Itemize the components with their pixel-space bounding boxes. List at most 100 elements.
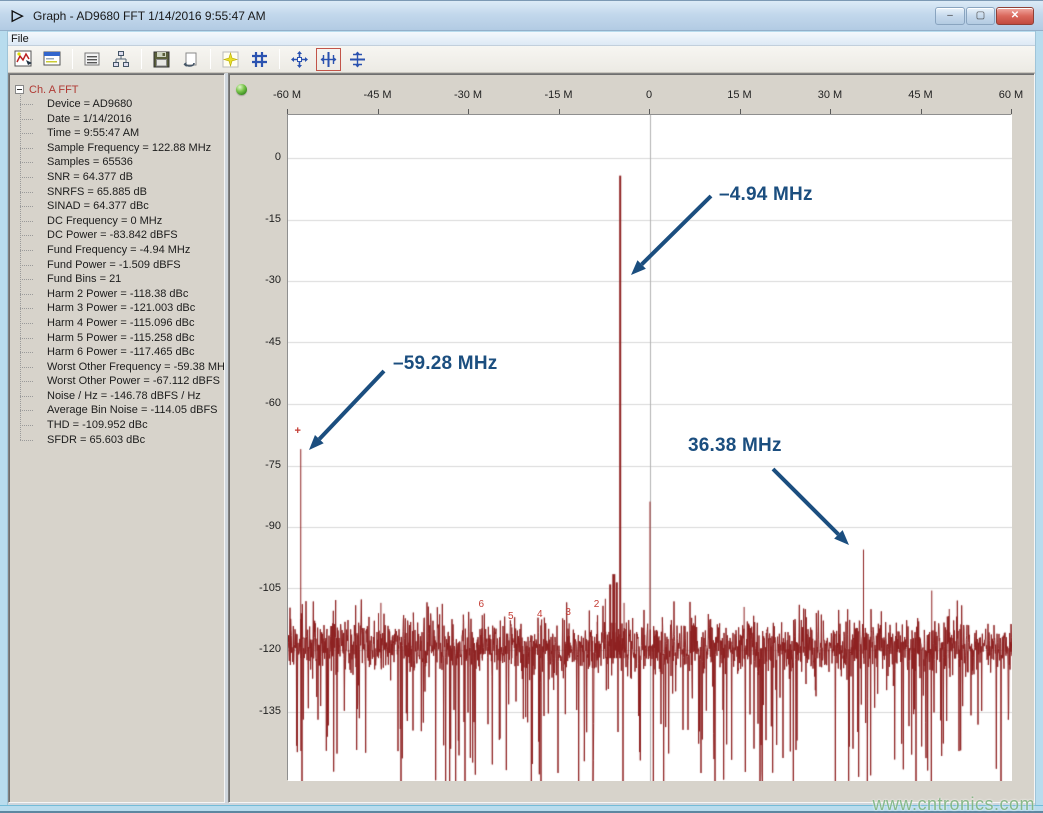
window-border-right (1035, 31, 1043, 813)
graph-settings-icon (14, 50, 33, 69)
graph-settings-button[interactable] (11, 48, 36, 71)
harmonic-marker-6: 6 (478, 600, 484, 610)
tree-item[interactable]: SINAD = 64.377 dBc (20, 199, 224, 214)
tree-item[interactable]: Fund Bins = 21 (20, 272, 224, 287)
y-tick-label: -105 (247, 582, 281, 594)
menu-file[interactable]: File (4, 32, 36, 46)
autoscale-all-icon (290, 50, 309, 69)
y-tick-label: -30 (247, 274, 281, 286)
save-icon (152, 50, 171, 69)
tree-item[interactable]: DC Power = -83.842 dBFS (20, 228, 224, 243)
tree-item[interactable]: Samples = 65536 (20, 155, 224, 170)
harmonic-marker-2: 2 (594, 600, 600, 610)
x-tick-label: 30 M (818, 89, 842, 101)
y-tick-label: -135 (247, 705, 281, 717)
signal-tree-button[interactable] (109, 48, 134, 71)
tree-item[interactable]: Worst Other Frequency = -59.38 MHz (20, 360, 224, 375)
tree-item[interactable]: Harm 2 Power = -118.38 dBc (20, 287, 224, 302)
fft-spectrum-canvas (288, 115, 1012, 781)
tree-item[interactable]: Time = 9:55:47 AM (20, 126, 224, 141)
fft-results-tree: Ch. A FFT Device = AD9680Date = 1/14/201… (9, 74, 224, 447)
toolbar-separator (72, 49, 73, 69)
y-tick-label: -45 (247, 336, 281, 348)
x-tick-mark (468, 109, 469, 114)
toolbar-separator (279, 49, 280, 69)
close-button[interactable]: ✕ (996, 7, 1034, 25)
data-list-icon (83, 50, 102, 69)
display-panel-icon (43, 50, 62, 69)
y-tick-label: -90 (247, 520, 281, 532)
grid-button[interactable] (247, 48, 272, 71)
export-icon (181, 50, 200, 69)
tree-item[interactable]: Sample Frequency = 122.88 MHz (20, 141, 224, 156)
collapse-toggle-icon[interactable] (15, 85, 24, 94)
window-border-left (0, 31, 8, 813)
x-tick-label: 0 (646, 89, 652, 101)
application-window: ▷ Graph - AD9680 FFT 1/14/2016 9:55:47 A… (0, 0, 1043, 813)
x-axis-labels: -60 M -45 M -30 M -15 M 0 15 M 30 M 45 M 60 M (229, 89, 1034, 103)
app-logo-icon: ▷ (9, 7, 26, 24)
x-tick-mark (649, 109, 650, 114)
x-tick-label: -15 M (544, 89, 572, 101)
tree-root-node[interactable]: Ch. A FFT (13, 82, 224, 97)
maximize-button[interactable]: ▢ (966, 7, 995, 25)
tree-item[interactable]: Worst Other Power = -67.112 dBFS (20, 374, 224, 389)
harmonic-marker-3: 3 (565, 608, 571, 618)
worst-spur-marker: + (295, 426, 301, 436)
x-tick-label: 45 M (908, 89, 932, 101)
chart-panel: -60 M-45 M-30 M-15 M015 M30 M45 M60 M –5… (228, 73, 1035, 803)
x-tick-mark (830, 109, 831, 114)
autoscale-x-button[interactable] (316, 48, 341, 71)
x-tick-mark (921, 109, 922, 114)
tree-item[interactable]: Harm 4 Power = -115.096 dBc (20, 316, 224, 331)
x-tick-mark (559, 109, 560, 114)
minimize-button[interactable]: – (935, 7, 965, 25)
grid-icon (250, 50, 269, 69)
title-bar[interactable]: ▷ Graph - AD9680 FFT 1/14/2016 9:55:47 A… (0, 0, 1043, 31)
autoscale-all-button[interactable] (287, 48, 312, 71)
tree-item[interactable]: THD = -109.952 dBc (20, 418, 224, 433)
y-tick-label: -60 (247, 397, 281, 409)
watermark: www.cntronics.com (872, 794, 1035, 813)
x-tick-label: 15 M (727, 89, 751, 101)
autoscale-y-button[interactable] (345, 48, 370, 71)
results-tree-panel: Ch. A FFT Device = AD9680Date = 1/14/201… (8, 73, 225, 803)
signal-tree-icon (112, 50, 131, 69)
tree-item[interactable]: SNR = 64.377 dB (20, 170, 224, 185)
autoscale-y-icon (348, 50, 367, 69)
tree-item[interactable]: Harm 5 Power = -115.258 dBc (20, 331, 224, 346)
export-button[interactable] (178, 48, 203, 71)
x-tick-label: -30 M (454, 89, 482, 101)
x-tick-label: -60 M (273, 89, 301, 101)
content-area: Ch. A FFT Device = AD9680Date = 1/14/201… (0, 73, 1043, 805)
harmonic-marker-4: 4 (537, 610, 543, 620)
burst-button[interactable] (218, 48, 243, 71)
save-button[interactable] (149, 48, 174, 71)
tree-item[interactable]: Harm 6 Power = -117.465 dBc (20, 345, 224, 360)
x-tick-mark (287, 109, 288, 114)
display-panel-button[interactable] (40, 48, 65, 71)
toolbar (1, 46, 1042, 73)
x-tick-label: 60 M (999, 89, 1023, 101)
data-list-button[interactable] (80, 48, 105, 71)
tree-item[interactable]: Harm 3 Power = -121.003 dBc (20, 301, 224, 316)
tree-item[interactable]: Device = AD9680 (20, 97, 224, 112)
harmonic-marker-5: 5 (508, 612, 514, 622)
toolbar-separator (210, 49, 211, 69)
tree-item[interactable]: Average Bin Noise = -114.05 dBFS (20, 403, 224, 418)
tree-item[interactable]: Fund Power = -1.509 dBFS (20, 258, 224, 273)
menu-bar: File (0, 32, 1043, 46)
x-tick-mark (1011, 109, 1012, 114)
fft-plot-area (287, 114, 1011, 780)
tree-item[interactable]: Date = 1/14/2016 (20, 112, 224, 127)
tree-item[interactable]: Noise / Hz = -146.78 dBFS / Hz (20, 389, 224, 404)
window-title: Graph - AD9680 FFT 1/14/2016 9:55:47 AM (33, 9, 266, 23)
tree-item[interactable]: SNRFS = 65.885 dB (20, 185, 224, 200)
x-tick-mark (378, 109, 379, 114)
y-tick-label: -120 (247, 643, 281, 655)
tree-item[interactable]: SFDR = 65.603 dBc (20, 433, 224, 448)
tree-item[interactable]: Fund Frequency = -4.94 MHz (20, 243, 224, 258)
x-tick-label: -45 M (363, 89, 391, 101)
autoscale-x-icon (319, 50, 338, 69)
tree-item[interactable]: DC Frequency = 0 MHz (20, 214, 224, 229)
